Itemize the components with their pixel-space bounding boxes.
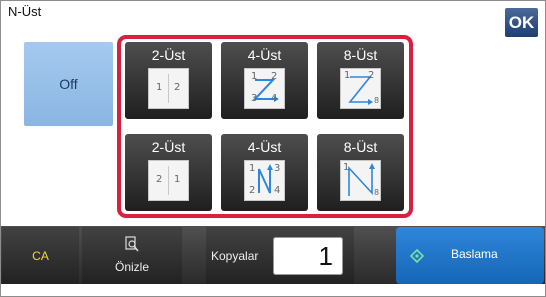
preview-label: Önizle <box>114 260 149 274</box>
preview-button[interactable]: Önizle <box>82 227 182 284</box>
4up-n-order-icon: 1 3 2 4 <box>244 160 285 201</box>
option-label: 4-Üst <box>247 47 282 63</box>
copies-label: Kopyalar <box>211 249 259 263</box>
option-2up-rtl-button[interactable]: 2-Üst 2 1 <box>125 134 212 211</box>
option-label: 8-Üst <box>343 139 378 155</box>
2up-right-to-left-icon: 2 1 <box>148 160 189 201</box>
option-label: 4-Üst <box>247 139 282 155</box>
preview-icon <box>125 236 139 255</box>
start-diamond-icon <box>409 248 425 266</box>
option-label: 2-Üst <box>151 139 186 155</box>
option-label: 8-Üst <box>343 47 378 63</box>
4up-z-order-icon: 1 2 3 4 <box>244 68 285 109</box>
option-8up-z-button[interactable]: 8-Üst 1 2 8 <box>317 42 404 119</box>
ca-button[interactable]: CA <box>2 227 79 284</box>
start-button[interactable]: Baslama <box>396 227 544 284</box>
8up-n-order-icon: 1 8 <box>340 160 381 201</box>
option-2up-ltr-button[interactable]: 2-Üst 1 2 <box>125 42 212 119</box>
start-label: Baslama <box>451 247 498 261</box>
off-button[interactable]: Off <box>24 42 113 126</box>
2up-left-to-right-icon: 1 2 <box>148 68 189 109</box>
option-4up-n-button[interactable]: 4-Üst 1 3 2 4 <box>221 134 308 211</box>
ok-button[interactable]: OK <box>505 8 538 37</box>
page-title: N-Üst <box>8 4 42 19</box>
8up-z-order-icon: 1 2 8 <box>340 68 381 109</box>
option-8up-n-button[interactable]: 8-Üst 1 8 <box>317 134 404 211</box>
option-4up-z-button[interactable]: 4-Üst 1 2 3 4 <box>221 42 308 119</box>
option-label: 2-Üst <box>151 47 186 63</box>
copies-input[interactable]: 1 <box>273 237 343 275</box>
